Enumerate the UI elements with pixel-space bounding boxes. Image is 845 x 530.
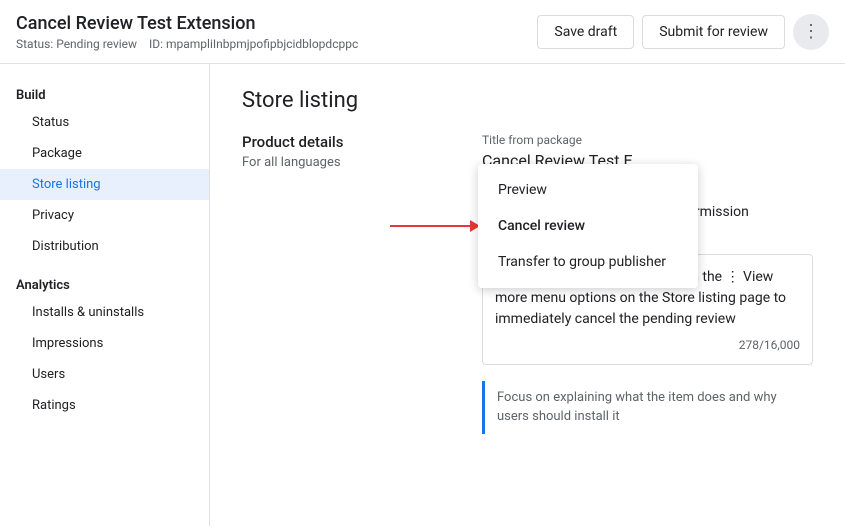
- sidebar-item-installs[interactable]: Installs & uninstalls: [0, 297, 209, 328]
- sidebar-item-privacy[interactable]: Privacy: [0, 200, 209, 231]
- header-actions: Save draft Submit for review ⋮: [537, 14, 829, 50]
- dropdown-item-transfer[interactable]: Transfer to group publisher: [478, 244, 698, 280]
- main-layout: Build Status Package Store listing Priva…: [0, 64, 845, 526]
- dropdown-menu: Preview Cancel review Transfer to group …: [478, 164, 698, 288]
- extension-status: Status: Pending review ID: mpampliInbpmj…: [16, 37, 537, 51]
- more-options-button[interactable]: ⋮: [793, 14, 829, 50]
- arrow: [390, 220, 480, 232]
- dropdown-overlay: Preview Cancel review Transfer to group …: [390, 164, 698, 288]
- arrow-line: [390, 225, 470, 227]
- sidebar-item-distribution[interactable]: Distribution: [0, 231, 209, 262]
- save-draft-button[interactable]: Save draft: [537, 15, 634, 49]
- sidebar-item-impressions[interactable]: Impressions: [0, 328, 209, 359]
- sidebar-section-build: Build: [0, 80, 209, 107]
- main-content: Store listing Product details For all la…: [210, 64, 845, 526]
- sidebar-item-ratings[interactable]: Ratings: [0, 390, 209, 421]
- app-header: Cancel Review Test Extension Status: Pen…: [0, 0, 845, 64]
- submit-review-button[interactable]: Submit for review: [642, 15, 785, 49]
- focus-hint: Focus on explaining what the item does a…: [482, 381, 813, 433]
- extension-title: Cancel Review Test Extension: [16, 12, 537, 35]
- description-count: 278/16,000: [495, 338, 800, 352]
- product-details-title: Product details: [242, 133, 442, 151]
- sidebar-item-status[interactable]: Status: [0, 107, 209, 138]
- sidebar-item-package[interactable]: Package: [0, 138, 209, 169]
- sidebar: Build Status Package Store listing Priva…: [0, 64, 210, 526]
- sidebar-item-users[interactable]: Users: [0, 359, 209, 390]
- sidebar-item-store-listing[interactable]: Store listing: [0, 169, 209, 200]
- dropdown-item-preview[interactable]: Preview: [478, 172, 698, 208]
- header-title-block: Cancel Review Test Extension Status: Pen…: [16, 12, 537, 51]
- page-title: Store listing: [242, 88, 813, 113]
- sidebar-section-analytics: Analytics: [0, 270, 209, 297]
- title-from-package-label: Title from package: [482, 133, 813, 147]
- dropdown-item-cancel-review[interactable]: Cancel review: [478, 208, 698, 244]
